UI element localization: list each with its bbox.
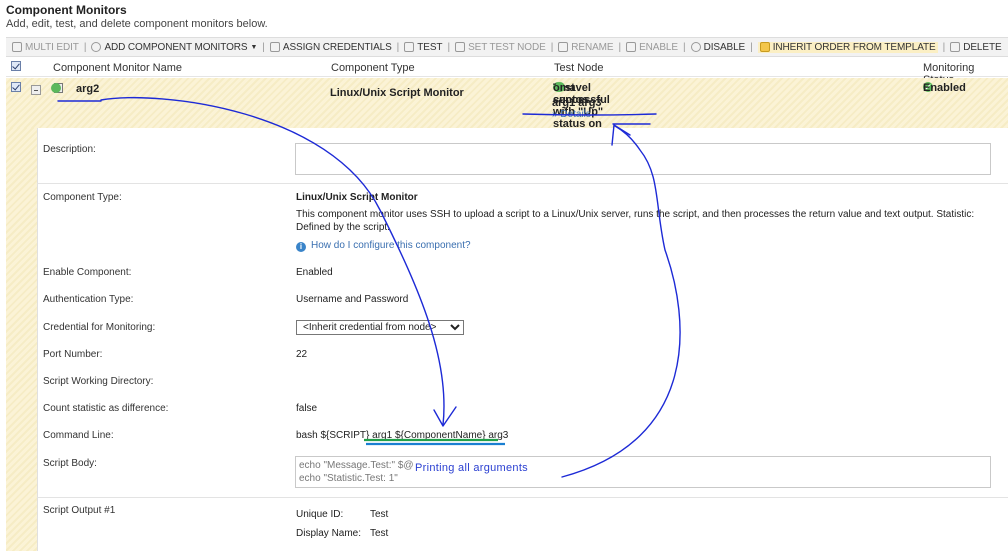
test-label: TEST	[417, 41, 443, 53]
column-header-name[interactable]: Component Monitor Name	[53, 62, 182, 74]
multi-edit-label: MULTI EDIT	[25, 41, 79, 53]
page-title: Component Monitors	[6, 3, 127, 17]
set-test-node-button[interactable]: SET TEST NODE	[455, 42, 546, 53]
component-name[interactable]: arg2	[76, 83, 99, 95]
toolbar-divider: |	[618, 41, 622, 53]
unique-id-value: Test	[370, 509, 389, 520]
multi-edit-button[interactable]: MULTI EDIT	[12, 42, 79, 53]
disable-button[interactable]: DISABLE	[690, 41, 746, 53]
page-header: Component Monitors Add, edit, test, and …	[6, 3, 268, 30]
toolbar-divider: |	[682, 41, 686, 53]
divider	[37, 183, 1008, 184]
script-line-2: echo "Statistic.Test: 1"	[299, 473, 398, 484]
help-link-text: How do I configure this component?	[311, 240, 471, 251]
description-label: Description:	[43, 144, 96, 155]
table-row[interactable]: arg2 Linux/Unix Script Monitor Test succ…	[6, 78, 1008, 130]
enable-component-value: Enabled	[296, 267, 333, 278]
assign-credentials-button[interactable]: ASSIGN CREDENTIALS	[269, 41, 392, 53]
toolbar-divider: |	[262, 41, 265, 53]
inherit-order-button[interactable]: INHERIT ORDER FROM TEMPLATE	[757, 41, 938, 53]
select-all-checkbox[interactable]	[11, 61, 21, 71]
column-header-test-node[interactable]: Test Node	[554, 62, 604, 74]
collapse-toggle[interactable]	[31, 85, 41, 95]
component-type-description: This component monitor uses SSH to uploa…	[296, 209, 975, 233]
unique-id-label: Unique ID:	[296, 509, 344, 520]
credential-select[interactable]: <Inherit credential from node>	[296, 320, 464, 335]
count-diff-label: Count statistic as difference:	[43, 403, 169, 414]
chevron-down-icon: ▼	[250, 43, 258, 51]
page-subtitle: Add, edit, test, and delete component mo…	[6, 18, 268, 30]
script-line-1: echo "Message.Test:" $@	[299, 460, 414, 471]
details-panel: Description: Component Type: Linux/Unix …	[6, 128, 1008, 551]
row-checkbox[interactable]	[11, 82, 21, 92]
enable-button[interactable]: ENABLE	[626, 42, 678, 53]
script-body-label: Script Body:	[43, 458, 97, 469]
delete-button[interactable]: DELETE	[950, 41, 1002, 53]
script-output-label: Script Output #1	[43, 505, 116, 516]
table-header: Component Monitor Name Component Type Te…	[6, 58, 1008, 86]
add-component-label: ADD COMPONENT MONITORS	[104, 41, 248, 53]
details-link[interactable]: » Details	[552, 109, 591, 120]
credential-label: Credential for Monitoring:	[43, 322, 156, 333]
test-button[interactable]: TEST	[404, 41, 443, 53]
toolbar-divider: |	[447, 41, 451, 53]
delete-label: DELETE	[963, 41, 1002, 53]
command-line-label: Command Line:	[43, 430, 114, 441]
toolbar: MULTI EDIT | ADD COMPONENT MONITORS ▼ | A…	[6, 37, 1008, 57]
test-output: arg1 arg3	[552, 97, 602, 109]
description-input[interactable]	[295, 143, 991, 175]
toolbar-divider: |	[83, 41, 87, 53]
toolbar-divider: |	[942, 41, 946, 53]
script-body-input[interactable]: echo "Message.Test:" $@ echo "Statistic.…	[295, 456, 991, 488]
add-component-button[interactable]: ADD COMPONENT MONITORS ▼	[91, 42, 257, 53]
inherit-order-label: INHERIT ORDER FROM TEMPLATE	[772, 41, 936, 53]
disable-icon	[690, 42, 701, 52]
test-icon	[404, 42, 415, 52]
component-type-label: Component Type:	[43, 192, 122, 203]
toolbar-divider: |	[550, 41, 554, 53]
rename-icon	[558, 42, 569, 52]
rename-button[interactable]: RENAME	[558, 41, 614, 53]
node-icon	[455, 42, 466, 52]
enable-icon	[626, 42, 637, 52]
set-test-node-label: SET TEST NODE	[468, 41, 546, 53]
status-up-icon	[51, 83, 61, 93]
assign-credentials-label: ASSIGN CREDENTIALS	[282, 41, 392, 53]
monitoring-status-text: Enabled	[923, 82, 966, 94]
toolbar-divider: |	[396, 41, 400, 53]
auth-type-value: Username and Password	[296, 294, 409, 305]
column-header-type[interactable]: Component Type	[331, 62, 415, 74]
plus-icon	[91, 42, 102, 52]
rename-label: RENAME	[571, 41, 614, 53]
component-type-value: Linux/Unix Script Monitor	[296, 192, 418, 203]
trash-icon	[950, 42, 961, 52]
pencil-icon	[12, 42, 22, 52]
auth-type-label: Authentication Type:	[43, 294, 134, 305]
port-value: 22	[296, 349, 308, 360]
count-diff-value: false	[296, 403, 318, 414]
workdir-label: Script Working Directory:	[43, 376, 154, 387]
inherit-order-icon	[759, 42, 770, 52]
annotation-note: Printing all arguments	[415, 462, 528, 474]
command-line-value: bash ${SCRIPT} arg1 ${ComponentName} arg…	[296, 430, 509, 441]
component-type: Linux/Unix Script Monitor	[330, 87, 464, 99]
key-icon	[269, 42, 280, 52]
toolbar-divider: |	[750, 41, 753, 53]
display-name-value: Test	[370, 528, 389, 539]
enable-component-label: Enable Component:	[43, 267, 132, 278]
disable-label: DISABLE	[703, 41, 746, 53]
help-link[interactable]: i How do I configure this component?	[296, 240, 471, 252]
port-label: Port Number:	[43, 349, 103, 360]
divider	[37, 497, 1008, 498]
display-name-label: Display Name:	[296, 528, 362, 539]
info-icon: i	[296, 242, 306, 252]
enable-label: ENABLE	[639, 41, 678, 53]
